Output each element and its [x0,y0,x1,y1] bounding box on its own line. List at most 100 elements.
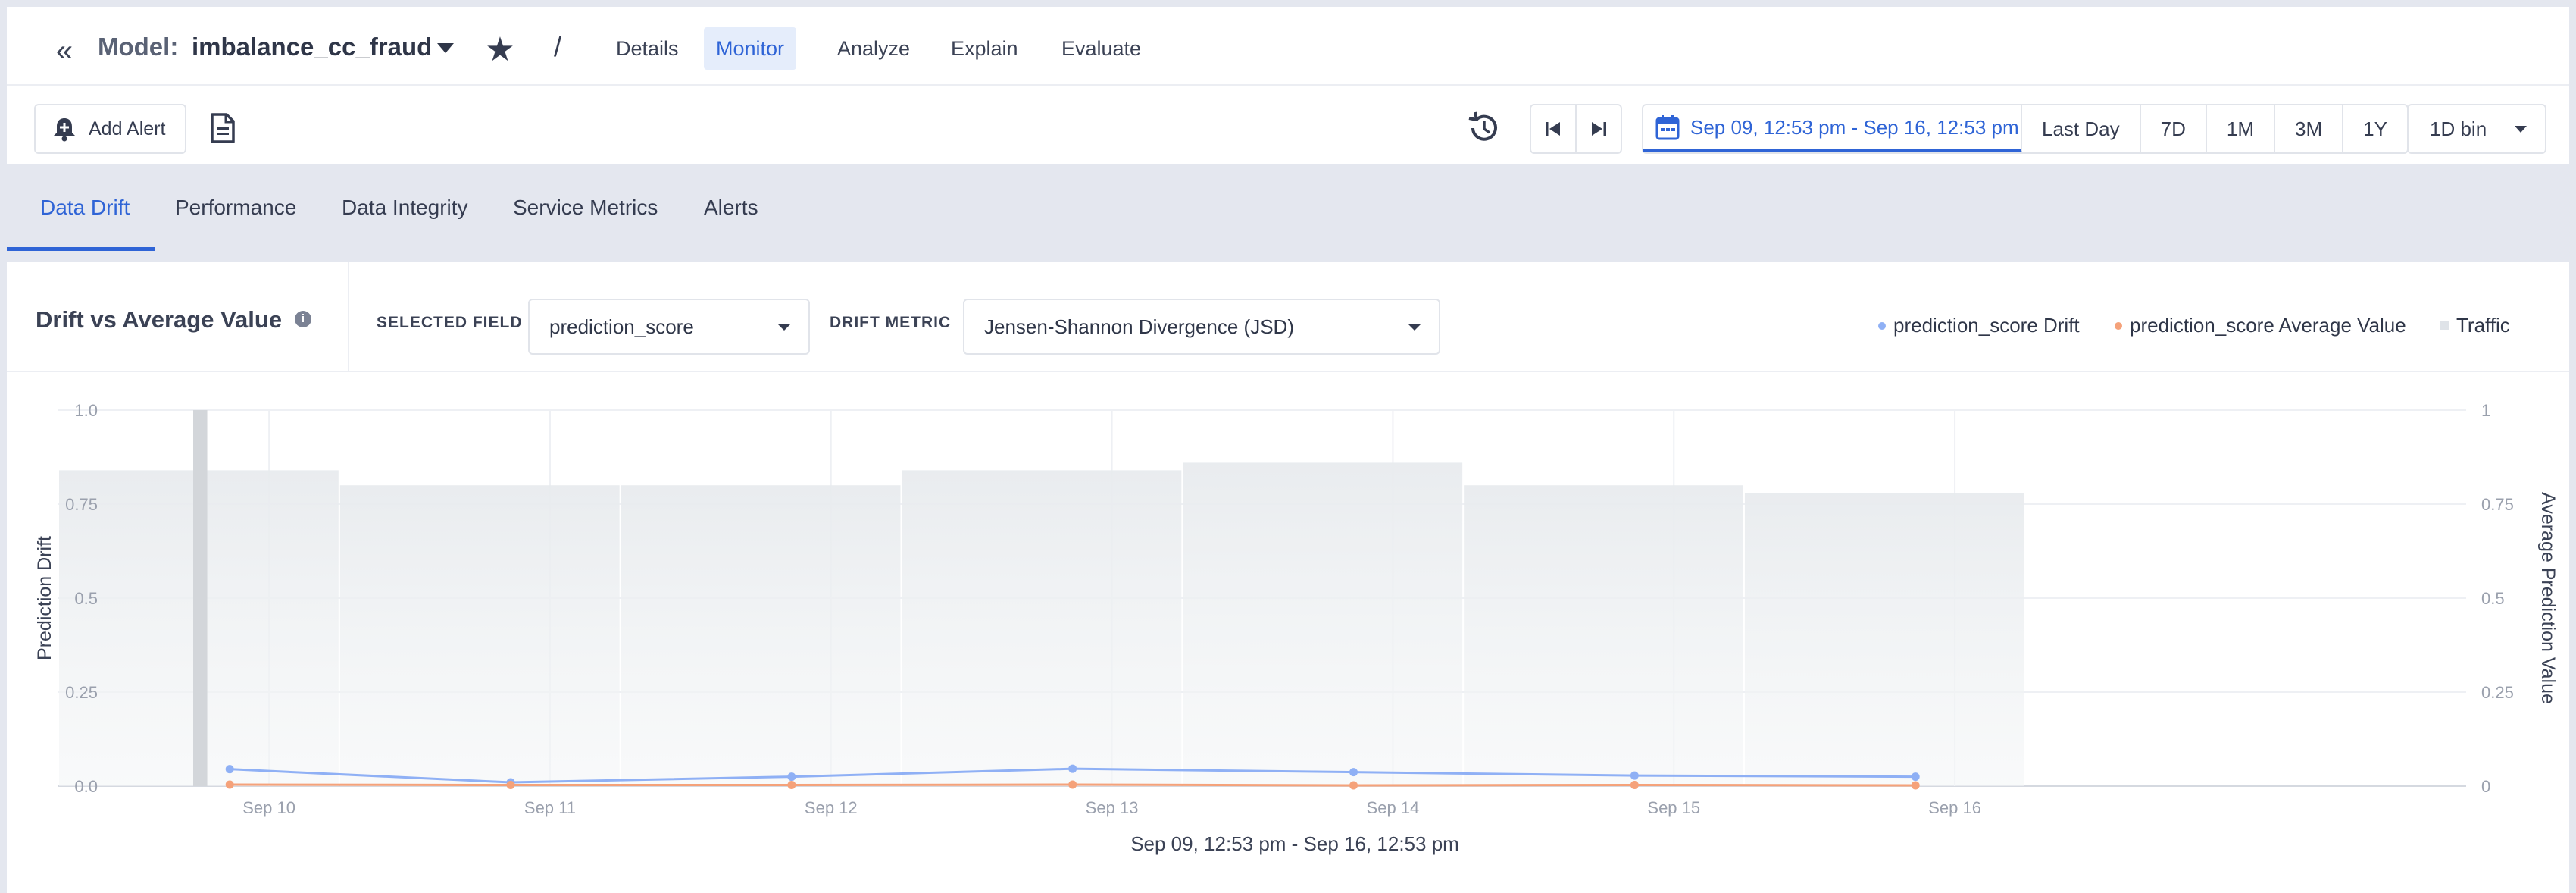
legend-drift-label: prediction_score Drift [1893,314,2080,337]
drift-point [1068,764,1077,773]
x-tick-label: Sep 10 [242,798,295,817]
legend-average-label: prediction_score Average Value [2130,314,2406,337]
average-point [1349,781,1358,790]
date-range-picker[interactable]: Sep 09, 12:53 pm - Sep 16, 12:53 pm [1643,105,2022,152]
x-tick-label: Sep 14 [1367,798,1420,817]
legend-drift-marker [1878,321,1886,330]
breadcrumb-separator: / [554,31,562,62]
subtab-performance[interactable]: Performance [175,164,296,252]
drift-metric-label: DRIFT METRIC [830,314,952,331]
app-frame: « Model: imbalance_cc_fraud ★ / Details … [7,7,2569,893]
date-range-label: Sep 09, 12:53 pm - Sep 16, 12:53 pm [1690,115,2019,139]
drift-point [225,765,234,774]
tab-analyze[interactable]: Analyze [825,27,922,70]
skip-last-button[interactable] [1575,104,1622,154]
star-icon[interactable]: ★ [483,33,517,67]
average-point [1630,781,1639,790]
traffic-bar [339,485,620,786]
average-point [787,781,796,790]
drift-point [1630,771,1639,780]
average-point [225,780,234,789]
y2-tick-label: 1 [2481,401,2490,420]
monitor-toolbar: Add Alert Sep 09, 12:53 pm - Sep 16, 12:… [7,86,2569,164]
bell-plus-icon [51,115,78,143]
skip-first-button[interactable] [1530,104,1577,154]
tab-evaluate[interactable]: Evaluate [1049,27,1153,70]
legend-traffic-label: Traffic [2456,314,2510,337]
range-1m-button[interactable]: 1M [2207,105,2275,152]
y2-tick-label: 0 [2481,777,2490,796]
y-tick-label: 0.5 [74,589,98,608]
drift-chart[interactable]: 0.0 0 0.25 0.25 0.5 0.5 0.75 0.75 1.0 1 Sep 10 Sep … [7,372,2569,893]
x-tick-label: Sep 12 [805,798,858,817]
drift-panel-header: Drift vs Average Value i SELECTED FIELD … [7,262,2569,372]
model-name[interactable]: imbalance_cc_fraud [192,33,432,61]
x-tick-label: Sep 16 [1928,798,1981,817]
average-point [1911,781,1920,790]
x-tick-label: Sep 13 [1086,798,1139,817]
info-icon[interactable]: i [295,311,311,327]
tab-monitor[interactable]: Monitor [704,27,797,70]
legend-traffic-marker [2440,321,2449,330]
subtab-service-metrics[interactable]: Service Metrics [513,164,658,252]
traffic-bar [1183,462,1463,786]
chevron-down-icon [2515,126,2527,133]
range-1y-button[interactable]: 1Y [2343,105,2407,152]
x-axis-title: Sep 09, 12:53 pm - Sep 16, 12:53 pm [1130,832,1459,855]
model-label: Model: [98,33,179,61]
drift-point [1349,768,1358,777]
bin-size-value: 1D bin [2430,118,2487,140]
double-chevron-left-icon: « [55,34,73,67]
model-header: « Model: imbalance_cc_fraud ★ / Details … [7,7,2569,86]
add-alert-button[interactable]: Add Alert [34,104,186,154]
document-icon[interactable] [210,113,236,143]
history-icon[interactable] [1466,111,1501,146]
average-point [1068,780,1077,789]
legend-item-average[interactable]: prediction_score Average Value [2115,314,2406,337]
y-tick-label: 1.0 [74,401,98,420]
legend-item-drift[interactable]: prediction_score Drift [1878,314,2080,337]
average-point [506,781,515,790]
y2-axis-title: Average Prediction Value [2537,492,2559,704]
tab-explain[interactable]: Explain [939,27,1030,70]
range-3m-button[interactable]: 3M [2275,105,2344,152]
collapse-sidebar-button[interactable]: « [45,34,84,67]
bin-size-select[interactable]: 1D bin [2407,104,2546,154]
time-range-group: Sep 09, 12:53 pm - Sep 16, 12:53 pm Last… [1642,104,2409,154]
tab-details[interactable]: Details [604,27,691,70]
chevron-down-icon [1408,324,1421,331]
add-alert-label: Add Alert [89,118,166,139]
subtab-data-integrity[interactable]: Data Integrity [342,164,468,252]
traffic-bar [902,470,1182,786]
skip-first-icon [1546,122,1560,136]
selected-field-select[interactable]: prediction_score [528,299,810,355]
header-divider [348,262,349,372]
legend-item-traffic[interactable]: Traffic [2440,314,2510,337]
calendar-icon [1655,115,1680,140]
y2-tick-label: 0.75 [2481,495,2514,514]
drift-point [787,772,796,782]
skip-last-icon [1592,122,1606,136]
range-last-day-button[interactable]: Last Day [2022,105,2141,152]
subtab-alerts[interactable]: Alerts [704,164,758,252]
traffic-bars [59,410,2024,786]
highlight-bin [192,410,208,786]
y-tick-label: 0.25 [65,683,98,702]
model-dropdown-caret-icon[interactable] [437,43,454,53]
drift-metric-select[interactable]: Jensen-Shannon Divergence (JSD) [963,299,1440,355]
active-subtab-indicator [7,247,155,251]
drift-point [1911,772,1920,782]
traffic-bar [1744,493,2024,786]
traffic-bar [1464,485,1743,786]
drift-panel: Drift vs Average Value i SELECTED FIELD … [7,262,2569,893]
panel-title: Drift vs Average Value [36,306,283,333]
range-7d-button[interactable]: 7D [2141,105,2207,152]
x-tick-label: Sep 15 [1647,798,1700,817]
y-tick-label: 0.0 [74,777,98,796]
y2-tick-label: 0.25 [2481,683,2514,702]
subtab-data-drift[interactable]: Data Drift [40,164,130,252]
y-axis-title: Prediction Drift [34,536,55,660]
selected-field-value: prediction_score [549,315,694,338]
legend-average-marker [2115,321,2122,330]
y2-tick-label: 0.5 [2481,589,2505,608]
